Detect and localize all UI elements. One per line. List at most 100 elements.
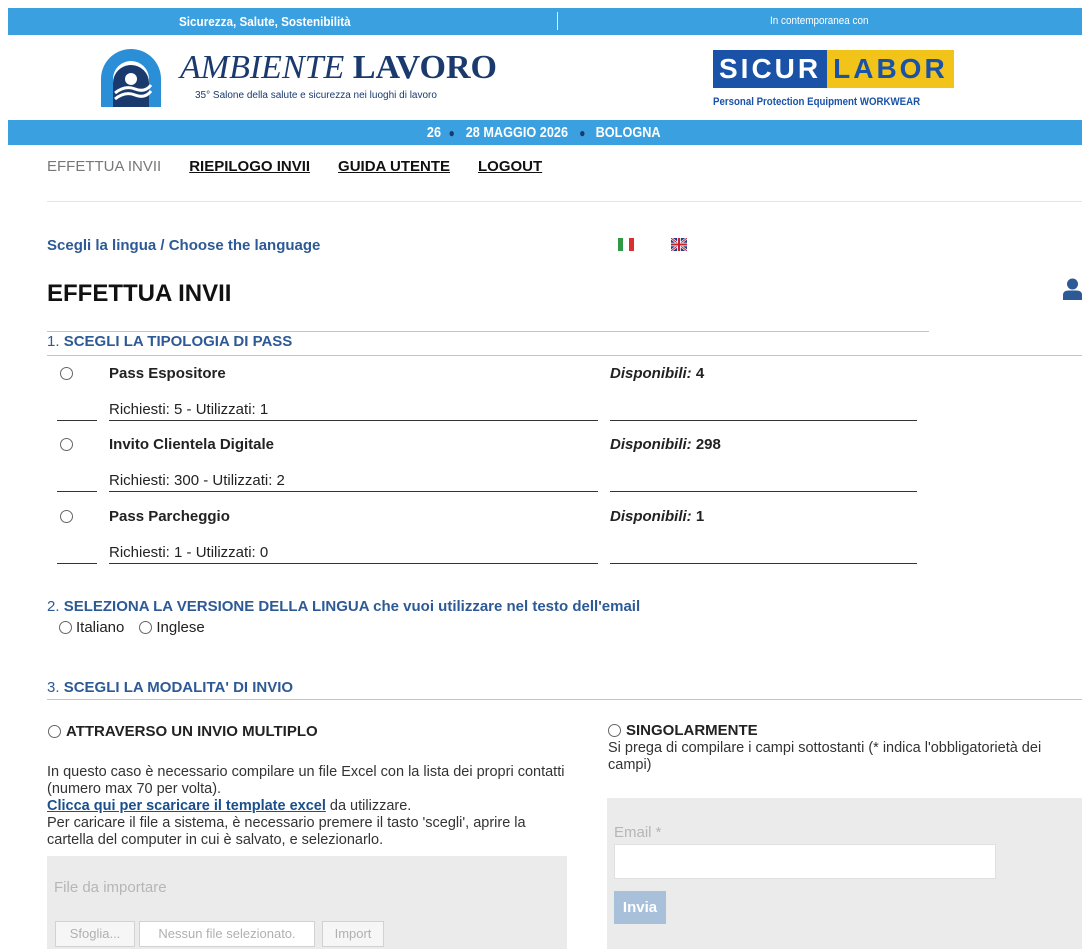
concurrent-label: In contemporanea con: [770, 15, 869, 27]
single-send-description: Si prega di compilare i campi sottostant…: [608, 740, 1042, 773]
underline: [57, 491, 97, 492]
nav-logout[interactable]: LOGOUT: [478, 158, 542, 175]
email-label: Email *: [614, 824, 662, 841]
pass-parcheggio-radio[interactable]: [60, 510, 73, 523]
pass-row: Pass Espositore Disponibili: 4 Richiesti…: [0, 365, 1082, 437]
section-2-title: 2. SELEZIONA LA VERSIONE DELLA LINGUA ch…: [47, 598, 640, 615]
pass-name: Pass Parcheggio: [109, 508, 230, 525]
italiano-radio[interactable]: [59, 621, 72, 634]
option-italiano[interactable]: Italiano: [59, 619, 124, 636]
inglese-radio[interactable]: [139, 621, 153, 634]
import-button[interactable]: Import: [322, 921, 384, 947]
download-template-link[interactable]: Clicca qui per scaricare il template exc…: [47, 798, 326, 814]
uk-flag-icon[interactable]: [671, 238, 687, 251]
multi-text-1: In questo caso è necessario compilare un…: [47, 764, 565, 797]
event-date-bar: 26 ● 28 MAGGIO 2026 ● BOLOGNA: [8, 120, 1082, 145]
pass-available: Disponibili: 298: [610, 436, 721, 453]
lavoro-word: LAVORO: [352, 49, 497, 86]
ambiente-lavoro-logo-icon: [101, 49, 161, 107]
multi-send-title: ATTRAVERSO UN INVIO MULTIPLO: [66, 723, 318, 740]
pass-details: Richiesti: 300 - Utilizzati: 2: [109, 472, 285, 489]
main-nav: EFFETTUA INVII RIEPILOGO INVII GUIDA UTE…: [47, 158, 570, 175]
invia-button[interactable]: Invia: [614, 891, 666, 924]
pass-available: Disponibili: 4: [610, 365, 704, 382]
file-label: File da importare: [54, 879, 167, 896]
pass-details: Richiesti: 5 - Utilizzati: 1: [109, 401, 269, 418]
underline: [610, 563, 917, 564]
section-title-text: SCEGLI LA MODALITA' DI INVIO: [63, 679, 294, 696]
multi-send-option[interactable]: ATTRAVERSO UN INVIO MULTIPLO: [48, 723, 318, 740]
section-number: 2.: [47, 598, 60, 615]
pass-row: Invito Clientela Digitale Disponibili: 2…: [0, 436, 1082, 508]
bullet-icon: ●: [448, 126, 455, 140]
available-label: Disponibili:: [610, 365, 692, 382]
section-divider: [47, 355, 1082, 356]
section-divider: [47, 331, 929, 332]
underline: [57, 563, 97, 564]
section-3-title: 3. SCEGLI LA MODALITA' DI INVIO: [47, 679, 293, 696]
sicurlabor-subtitle: Personal Protection Equipment WORKWEAR: [713, 96, 921, 108]
ambiente-word: AMBIENTE: [180, 49, 345, 86]
ambiente-lavoro-title: AMBIENTE LAVORO: [180, 49, 497, 87]
underline: [109, 491, 598, 492]
divider: [557, 12, 558, 30]
pass-name: Pass Espositore: [109, 365, 226, 382]
underline: [109, 420, 598, 421]
section-1-title: 1. SCEGLI LA TIPOLOGIA DI PASS: [47, 333, 292, 350]
nav-guida-utente[interactable]: GUIDA UTENTE: [338, 158, 450, 175]
bullet-icon: ●: [579, 126, 587, 140]
pass-espositore-radio[interactable]: [60, 367, 73, 380]
pass-details: Richiesti: 1 - Utilizzati: 0: [109, 544, 269, 561]
italian-flag-icon[interactable]: [618, 238, 634, 251]
invito-clientela-radio[interactable]: [60, 438, 73, 451]
underline: [610, 491, 917, 492]
selected-file-display: Nessun file selezionato.: [139, 921, 315, 947]
sicur-word: SICUR: [713, 50, 828, 88]
section-divider: [47, 699, 1082, 700]
language-prompt: Scegli la lingua / Choose the language: [47, 237, 321, 254]
option-label: Italiano: [76, 619, 125, 636]
available-label: Disponibili:: [610, 436, 692, 453]
single-send-radio[interactable]: [608, 724, 621, 737]
email-field[interactable]: [614, 844, 996, 879]
pass-row: Pass Parcheggio Disponibili: 1 Richiesti…: [0, 508, 1082, 580]
event-date: 26 ● 28 MAGGIO 2026 ● BOLOGNA: [427, 120, 664, 146]
underline: [610, 420, 917, 421]
available-label: Disponibili:: [610, 508, 692, 525]
available-count: 4: [695, 365, 705, 382]
option-inglese[interactable]: Inglese: [139, 619, 205, 636]
underline: [109, 563, 598, 564]
pass-available: Disponibili: 1: [610, 508, 704, 525]
nav-riepilogo-invii[interactable]: RIEPILOGO INVII: [189, 158, 310, 175]
email-language-options: Italiano Inglese: [59, 619, 220, 636]
ambiente-subtitle: 35° Salone della salute e sicurezza nei …: [195, 90, 437, 101]
available-count: 1: [695, 508, 705, 525]
multi-send-radio[interactable]: [48, 725, 61, 738]
labor-word: LABOR: [827, 50, 954, 88]
top-strip: Sicurezza, Salute, Sostenibilità In cont…: [8, 8, 1082, 35]
event-city: BOLOGNA: [595, 124, 661, 141]
link-suffix: da utilizzare.: [325, 798, 412, 814]
tagline: Sicurezza, Salute, Sostenibilità: [179, 14, 351, 29]
page-title: EFFETTUA INVII: [47, 280, 232, 307]
browse-button[interactable]: Sfoglia...: [55, 921, 135, 947]
brand-row: AMBIENTE LAVORO 35° Salone della salute …: [0, 35, 1082, 120]
underline: [57, 420, 97, 421]
section-number: 1.: [47, 333, 60, 350]
single-send-title: SINGOLARMENTE: [626, 722, 758, 739]
date-start: 26: [427, 124, 442, 141]
available-count: 298: [695, 436, 721, 453]
multi-text-2: Per caricare il file a sistema, è necess…: [47, 815, 526, 848]
pass-name: Invito Clientela Digitale: [109, 436, 275, 453]
single-send-option[interactable]: SINGOLARMENTE: [608, 722, 758, 739]
nav-effettua-invii[interactable]: EFFETTUA INVII: [47, 158, 161, 175]
section-number: 3.: [47, 679, 60, 696]
sicurlabor-logo: SICUR LABOR: [713, 50, 954, 88]
section-title-text: SELEZIONA LA VERSIONE DELLA LINGUA che v…: [63, 598, 641, 615]
divider: [47, 201, 1082, 202]
multi-send-description: In questo caso è necessario compilare un…: [47, 764, 567, 849]
option-label: Inglese: [156, 619, 205, 636]
user-icon[interactable]: [1063, 278, 1082, 300]
date-end: 28 MAGGIO 2026: [466, 124, 569, 141]
section-title-text: SCEGLI LA TIPOLOGIA DI PASS: [63, 333, 293, 350]
